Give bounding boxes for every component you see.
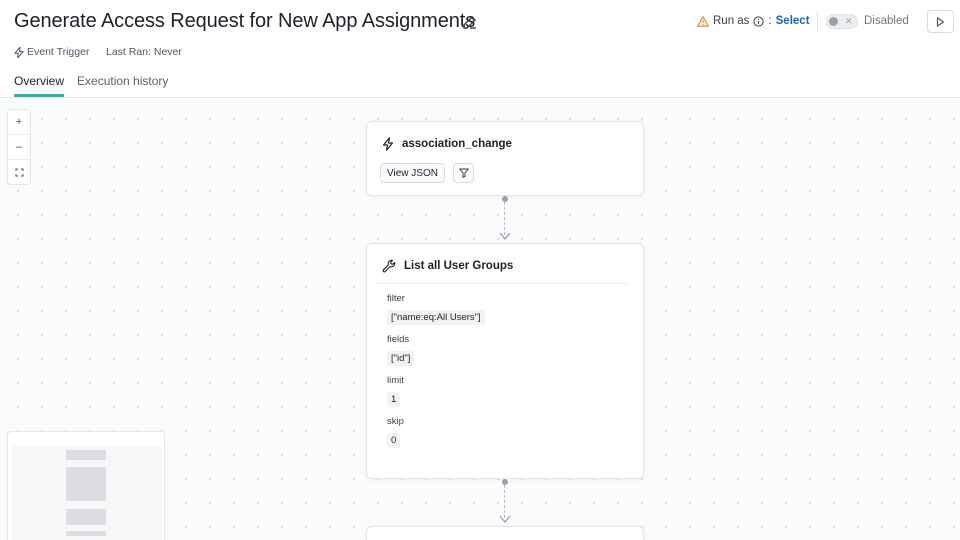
workflow-header: Generate Access Request for New App Assi… [0,0,960,98]
page-title: Generate Access Request for New App Assi… [14,10,476,32]
trigger-node-header: association_change [382,137,512,151]
minimap-node [66,509,106,525]
run-as-separator: : [768,15,772,27]
minimap-node [66,450,106,460]
connector-edge [504,485,505,518]
param-label: limit [387,375,404,386]
tab-bar: Overview Execution history [14,74,168,97]
action-node-divider [378,283,629,284]
fit-view-icon [15,168,23,177]
param-value: 1 [387,392,401,407]
param-value: 0 [387,433,401,448]
toggle-knob [829,17,838,26]
header-divider [817,12,818,32]
connector-handle[interactable] [502,196,508,202]
param-label: skip [387,416,404,427]
play-icon [936,16,945,27]
run-as-label: Run as [713,15,750,27]
action-node[interactable]: List all User Groups filter ["name:eq:Al… [366,243,644,479]
next-node[interactable] [366,526,644,540]
param-value: ["name:eq:All Users"] [387,310,485,325]
event-trigger-badge: Event Trigger [14,46,89,58]
param-list: filter ["name:eq:All Users"] fields ["id… [387,293,485,457]
filter-button[interactable] [453,163,474,183]
param-skip: skip 0 [387,416,485,448]
param-label: filter [387,293,405,304]
lightning-icon [14,46,24,58]
edit-icon[interactable] [461,13,479,31]
arrow-down-icon [499,515,511,524]
run-button[interactable] [927,10,954,33]
filter-icon [458,168,469,178]
tab-overview[interactable]: Overview [14,74,65,97]
param-fields: fields ["id"] [387,334,485,366]
run-as-select-link[interactable]: Select [776,15,810,27]
arrow-down-icon [499,232,511,241]
status-label: Disabled [864,15,909,27]
param-limit: limit 1 [387,375,485,407]
enable-toggle[interactable]: ✕ [826,14,858,29]
view-json-button[interactable]: View JSON [380,163,445,183]
info-icon[interactable] [753,15,765,27]
toggle-off-icon: ✕ [845,16,853,26]
action-node-header: List all User Groups [382,259,513,273]
zoom-in-button[interactable]: + [8,110,30,135]
zoom-controls: + – [7,109,31,185]
connector-handle[interactable] [502,479,508,485]
minimap-node [66,467,106,501]
wrench-icon [382,259,396,273]
lightning-icon [382,137,394,151]
connector-edge [504,202,505,235]
warning-icon [697,15,709,27]
param-filter: filter ["name:eq:All Users"] [387,293,485,325]
event-trigger-label: Event Trigger [27,46,90,58]
tab-execution-history[interactable]: Execution history [77,74,168,97]
run-as-control: Run as : Select [697,15,810,27]
minimap[interactable] [7,431,165,540]
action-node-title: List all User Groups [404,260,514,272]
trigger-node[interactable]: association_change View JSON [366,121,644,196]
minimap-node [66,531,106,536]
trigger-node-title: association_change [402,138,512,150]
last-ran-label: Last Ran: Never [106,46,182,58]
zoom-out-button[interactable]: – [8,135,30,160]
param-label: fields [387,334,410,345]
param-value: ["id"] [387,351,415,366]
fit-view-button[interactable] [8,160,30,185]
